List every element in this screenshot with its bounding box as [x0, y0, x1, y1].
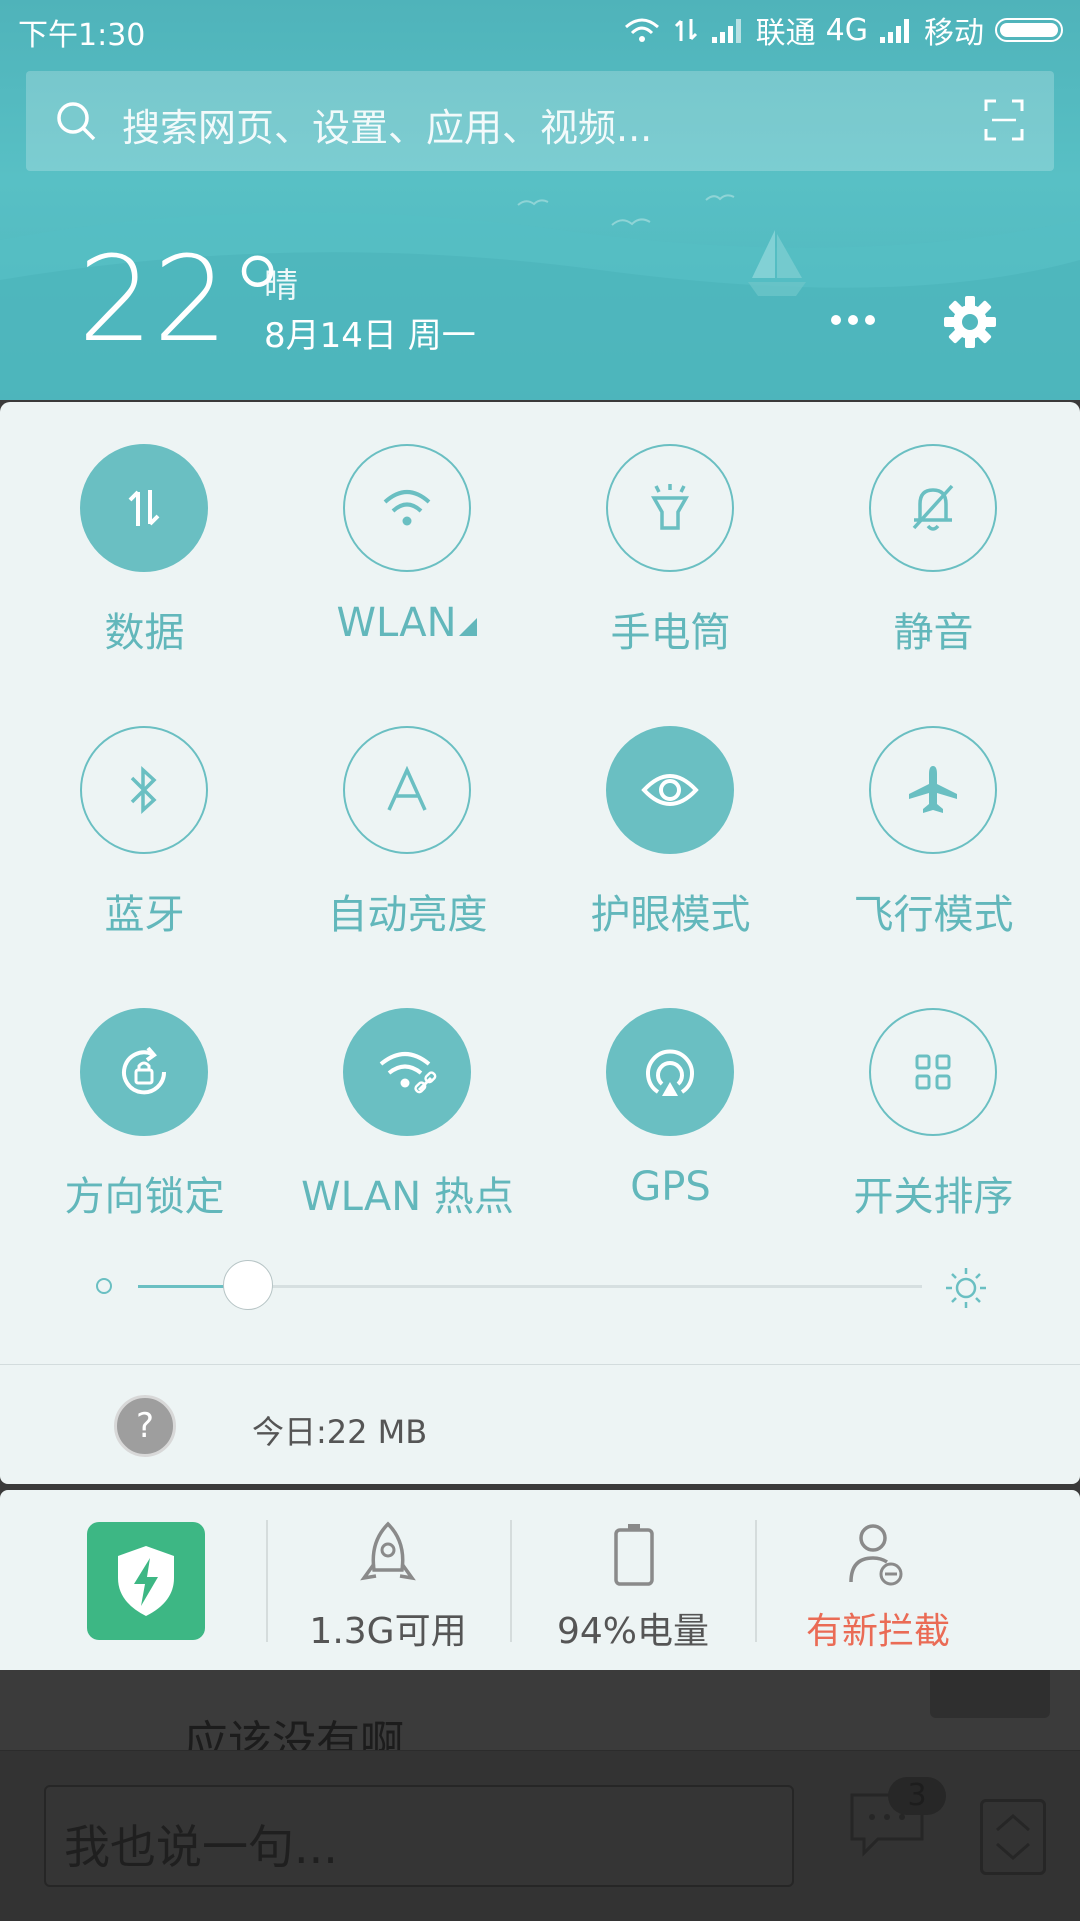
brightness-slider[interactable] — [0, 1260, 1080, 1322]
network-type: 4G — [825, 12, 868, 48]
status-time: 下午1:30 — [18, 18, 146, 53]
tile-circle — [606, 1008, 734, 1136]
tile-wlan[interactable]: WLAN — [276, 402, 539, 646]
tile-gps[interactable]: GPS — [539, 966, 802, 1210]
temperature: 22° — [78, 230, 288, 368]
comment-placeholder: 我也说一句... — [64, 1820, 338, 1874]
tile-eye-care[interactable]: 护眼模式 — [539, 684, 802, 938]
background-badge — [930, 1670, 1050, 1718]
battery-status-icon — [995, 18, 1063, 42]
tile-label: 护眼模式 — [590, 892, 751, 938]
tile-label: 数据 — [104, 610, 185, 656]
security-shortcut-bar: 1.3G可用 94%电量 有新拦截 — [0, 1490, 1080, 1670]
data-activity-icon — [674, 19, 697, 41]
search-placeholder: 搜索网页、设置、应用、视频... — [122, 106, 653, 150]
data-usage-row[interactable]: ? 今日:22 MB — [0, 1365, 1080, 1484]
eye-icon — [641, 774, 699, 806]
scroll-arrows-icon[interactable] — [980, 1799, 1046, 1875]
tile-circle — [869, 1008, 997, 1136]
comment-bar: 我也说一句... 3 — [0, 1750, 1080, 1921]
brightness-low-icon — [96, 1278, 112, 1294]
expand-triangle-icon — [458, 618, 477, 636]
tile-circle — [343, 726, 471, 854]
auto-brightness-icon — [387, 766, 427, 811]
search-icon — [57, 102, 96, 141]
chevron-up-down-icon — [996, 1814, 1030, 1860]
comment-input[interactable]: 我也说一句... — [44, 1785, 794, 1887]
tile-circle — [343, 444, 471, 572]
hotspot-icon — [379, 1052, 437, 1094]
rocket-icon — [360, 1521, 416, 1581]
airplane-icon — [909, 766, 957, 813]
tile-sort-toggles[interactable]: 开关排序 — [802, 966, 1065, 1220]
tile-label: 手电筒 — [610, 610, 731, 656]
wlan-label-text: WLAN — [336, 600, 457, 646]
gear-icon[interactable] — [942, 294, 998, 350]
weather-condition: 晴 — [264, 266, 298, 306]
battery-level: 94%电量 — [556, 1611, 710, 1652]
tile-data[interactable]: 数据 — [13, 402, 276, 656]
memory-available: 1.3G可用 — [309, 1611, 467, 1652]
tile-hotspot[interactable]: WLAN 热点 — [276, 966, 539, 1220]
wifi-icon — [383, 490, 431, 526]
memory-cleaner-button[interactable]: 1.3G可用 — [266, 1490, 510, 1670]
help-icon[interactable]: ? — [114, 1395, 176, 1457]
tile-label: 蓝牙 — [104, 892, 185, 938]
carrier-1: 联通 — [755, 16, 816, 51]
rotation-lock-icon — [122, 1046, 167, 1095]
tile-auto-brightness[interactable]: 自动亮度 — [276, 684, 539, 938]
tile-airplane[interactable]: 飞行模式 — [802, 684, 1065, 938]
tile-label: WLAN 热点 — [301, 1174, 514, 1220]
tile-circle — [606, 444, 734, 572]
tile-label: 开关排序 — [853, 1174, 1014, 1220]
grid-icon — [915, 1054, 951, 1090]
user-block-icon — [849, 1524, 903, 1586]
comment-count-badge: 3 — [888, 1777, 946, 1815]
tile-label: 自动亮度 — [327, 892, 488, 938]
background-app: 应该没有啊 我也说一句... 3 — [0, 1670, 1080, 1921]
security-app-button[interactable] — [87, 1522, 205, 1640]
battery-button[interactable]: 94%电量 — [511, 1490, 755, 1670]
gps-icon — [646, 1049, 694, 1096]
tile-rotation-lock[interactable]: 方向锁定 — [13, 966, 276, 1220]
mute-bell-icon — [912, 484, 954, 531]
carrier-2: 移动 — [924, 16, 984, 51]
new-blocked-alert: 有新拦截 — [805, 1611, 950, 1652]
scan-icon[interactable] — [984, 99, 1024, 141]
tile-label: 静音 — [893, 610, 974, 656]
weather-date: 8月14日 周一 — [264, 316, 476, 356]
data-icon — [128, 490, 160, 526]
brightness-high-icon — [946, 1268, 986, 1308]
more-icon[interactable] — [828, 310, 878, 330]
tile-circle — [80, 1008, 208, 1136]
tile-circle — [80, 726, 208, 854]
signal-icon-2 — [880, 19, 909, 43]
slider-thumb[interactable] — [223, 1260, 273, 1310]
tile-circle — [80, 444, 208, 572]
tile-circle — [343, 1008, 471, 1136]
signal-icon-1 — [711, 19, 741, 43]
tile-circle — [869, 726, 997, 854]
tile-label: WLAN — [276, 600, 539, 646]
tile-label: 方向锁定 — [64, 1174, 225, 1220]
status-bar: 下午1:30 联通 4G 移动 — [0, 0, 1080, 58]
wifi-status-icon — [624, 18, 659, 42]
tile-flashlight[interactable]: 手电筒 — [539, 402, 802, 656]
shield-bolt-icon — [118, 1546, 174, 1616]
search-bar[interactable]: 搜索网页、设置、应用、视频... — [26, 71, 1054, 171]
blocked-calls-button[interactable]: 有新拦截 — [756, 1490, 1000, 1670]
slider-track[interactable] — [138, 1260, 922, 1310]
tile-circle — [869, 444, 997, 572]
tile-label: 飞行模式 — [853, 892, 1014, 938]
flashlight-icon — [650, 484, 690, 530]
notification-header: 下午1:30 联通 4G 移动 搜索网页、设置、应用、视频... 22° 晴 8… — [0, 0, 1080, 400]
tile-label: GPS — [630, 1164, 711, 1210]
battery-icon — [614, 1524, 654, 1586]
tile-circle — [606, 726, 734, 854]
data-usage-text: 今日:22 MB — [252, 1413, 428, 1451]
tile-bluetooth[interactable]: 蓝牙 — [13, 684, 276, 938]
tile-mute[interactable]: 静音 — [802, 402, 1065, 656]
bluetooth-icon — [130, 766, 157, 814]
quick-settings-panel: 数据 WLAN 手电筒 静音 蓝牙 自动亮度 护眼模式 飞行模式 方向锁定 WL… — [0, 402, 1080, 1484]
